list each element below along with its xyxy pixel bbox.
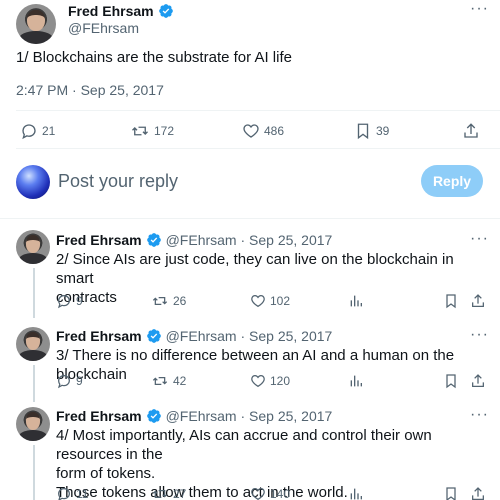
heart-icon bbox=[251, 488, 265, 500]
thread-line bbox=[33, 365, 35, 402]
retweet-action[interactable]: 27 bbox=[151, 486, 186, 500]
reply-count: 11 bbox=[76, 487, 89, 500]
tweet-timestamp[interactable]: 2:47 PM · Sep 25, 2017 bbox=[16, 82, 164, 98]
avatar[interactable] bbox=[16, 327, 50, 361]
divider bbox=[16, 148, 500, 149]
author-name[interactable]: Fred Ehrsam bbox=[56, 232, 142, 248]
reply-action[interactable]: 21 bbox=[20, 122, 55, 140]
retweet-action[interactable]: 42 bbox=[151, 373, 186, 389]
reply-action[interactable]: 11 bbox=[56, 486, 88, 500]
retweet-icon bbox=[152, 490, 168, 498]
reply-icon bbox=[22, 124, 36, 140]
analytics-icon bbox=[350, 488, 362, 500]
views-action[interactable] bbox=[348, 373, 364, 389]
retweet-action[interactable]: 172 bbox=[130, 122, 174, 140]
bookmark-action[interactable] bbox=[443, 293, 459, 309]
like-count: 486 bbox=[264, 124, 285, 138]
retweet-icon bbox=[152, 297, 168, 305]
avatar[interactable] bbox=[16, 230, 50, 264]
like-action[interactable]: 486 bbox=[242, 122, 284, 140]
reply-count: 9 bbox=[76, 374, 83, 388]
reply-action[interactable]: 9 bbox=[56, 293, 83, 309]
like-count: 140 bbox=[270, 487, 291, 500]
verified-badge-icon bbox=[146, 233, 161, 247]
reply-icon bbox=[58, 488, 70, 500]
bookmark-action[interactable] bbox=[443, 373, 459, 389]
analytics-icon bbox=[350, 295, 362, 307]
share-icon bbox=[464, 123, 478, 138]
bookmark-icon bbox=[357, 123, 369, 140]
thread-line bbox=[33, 268, 35, 318]
author-handle[interactable]: @FEhrsam bbox=[68, 20, 139, 36]
reply-button[interactable]: Reply bbox=[421, 165, 483, 197]
share-icon bbox=[472, 294, 484, 307]
views-action[interactable] bbox=[348, 293, 364, 309]
more-options-icon[interactable]: ··· bbox=[470, 326, 489, 344]
like-action[interactable]: 102 bbox=[250, 293, 290, 309]
thread-line bbox=[33, 445, 35, 500]
retweet-count: 26 bbox=[173, 294, 187, 308]
like-count: 102 bbox=[270, 294, 291, 308]
verified-badge-icon bbox=[158, 4, 173, 18]
author-handle-date[interactable]: @FEhrsam · Sep 25, 2017 bbox=[166, 408, 333, 424]
like-action[interactable]: 120 bbox=[250, 373, 290, 389]
analytics-icon bbox=[350, 375, 362, 387]
retweet-action[interactable]: 26 bbox=[151, 293, 186, 309]
author-handle-date[interactable]: @FEhrsam · Sep 25, 2017 bbox=[166, 232, 333, 248]
retweet-count: 42 bbox=[173, 374, 187, 388]
author-name[interactable]: Fred Ehrsam bbox=[56, 408, 142, 424]
reply-count: 9 bbox=[76, 294, 83, 308]
bookmark-action[interactable]: 39 bbox=[354, 122, 389, 140]
divider bbox=[16, 110, 500, 111]
reply-input[interactable]: Post your reply bbox=[58, 171, 178, 192]
author-handle-date[interactable]: @FEhrsam · Sep 25, 2017 bbox=[166, 328, 333, 344]
reply-count: 21 bbox=[42, 124, 56, 138]
reply-action[interactable]: 9 bbox=[56, 373, 83, 389]
avatar[interactable] bbox=[16, 4, 56, 44]
divider bbox=[0, 218, 500, 219]
avatar[interactable] bbox=[16, 407, 50, 441]
heart-icon bbox=[251, 295, 265, 308]
retweet-icon bbox=[132, 126, 148, 136]
retweet-count: 27 bbox=[173, 487, 187, 500]
share-action[interactable] bbox=[470, 373, 486, 389]
reply-icon bbox=[57, 375, 70, 389]
bookmark-count: 39 bbox=[376, 124, 390, 138]
verified-badge-icon bbox=[146, 329, 161, 343]
tweet-text: 1/ Blockchains are the substrate for AI … bbox=[16, 49, 292, 66]
retweet-icon bbox=[152, 377, 168, 385]
heart-icon bbox=[251, 375, 265, 388]
share-action[interactable] bbox=[470, 293, 486, 309]
bookmark-icon bbox=[446, 294, 456, 309]
share-action[interactable] bbox=[470, 486, 486, 500]
share-action[interactable] bbox=[462, 122, 480, 140]
share-icon bbox=[472, 487, 484, 500]
views-action[interactable] bbox=[348, 486, 364, 500]
reply-icon bbox=[57, 295, 70, 309]
verified-badge-icon bbox=[146, 409, 161, 423]
bookmark-icon bbox=[446, 487, 456, 500]
like-count: 120 bbox=[270, 374, 291, 388]
more-options-icon[interactable]: ··· bbox=[470, 0, 489, 18]
like-action[interactable]: 140 bbox=[250, 486, 290, 500]
share-icon bbox=[472, 374, 484, 387]
author-name[interactable]: Fred Ehrsam bbox=[68, 3, 154, 19]
retweet-count: 172 bbox=[154, 124, 175, 138]
heart-icon bbox=[243, 124, 259, 138]
more-options-icon[interactable]: ··· bbox=[470, 230, 489, 248]
author-name[interactable]: Fred Ehrsam bbox=[56, 328, 142, 344]
bookmark-action[interactable] bbox=[443, 486, 459, 500]
user-avatar[interactable] bbox=[16, 165, 50, 199]
bookmark-icon bbox=[446, 374, 456, 389]
more-options-icon[interactable]: ··· bbox=[470, 406, 489, 424]
